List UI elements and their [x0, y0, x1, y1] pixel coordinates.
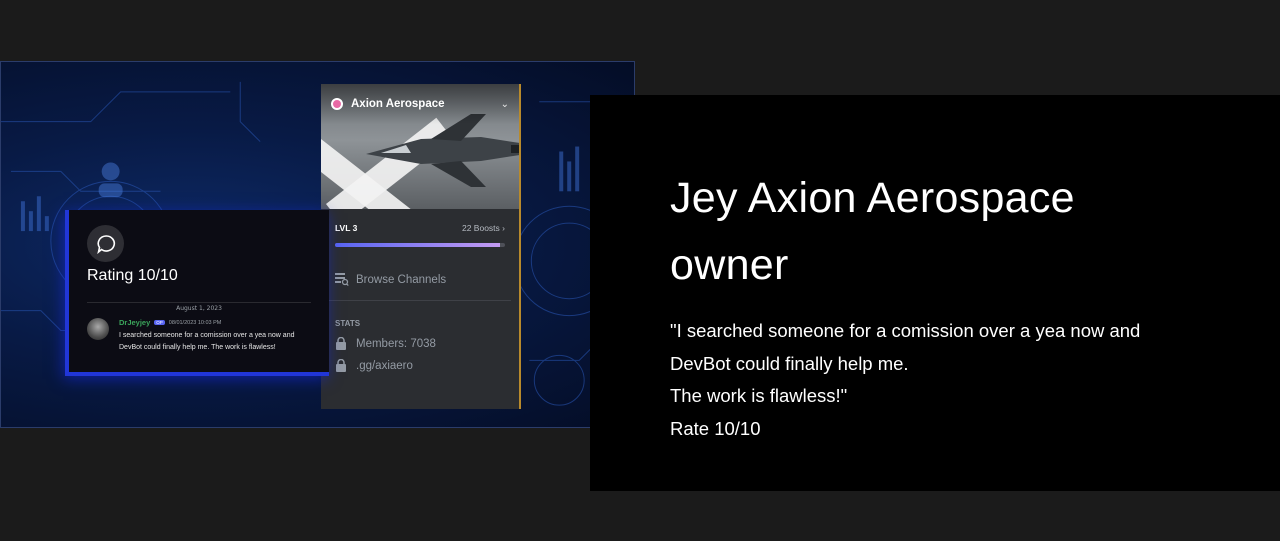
- testimonial-screenshot: Axion Aerospace ⌄ LVL 3 22 Boosts › Brow…: [0, 61, 635, 428]
- testimonial-panel: Jey Axion Aerospace owner "I searched so…: [590, 95, 1280, 491]
- rating-card: Rating 10/10 August 1, 2023 DrJeyjey OP …: [65, 210, 329, 376]
- quote-line: "I searched someone for a comission over…: [670, 320, 1141, 341]
- quote-line: DevBot could finally help me.: [670, 352, 909, 374]
- members-stat[interactable]: Members: 7038: [321, 328, 519, 350]
- boost-count: 22 Boosts ›: [461, 223, 505, 233]
- invite-link: .gg/axiaero: [356, 359, 413, 372]
- invite-stat[interactable]: .gg/axiaero: [321, 350, 519, 372]
- message-text: I searched someone for a comission over …: [119, 332, 295, 351]
- user-badge: OP: [154, 320, 165, 325]
- message-username: DrJeyjey: [119, 318, 151, 327]
- stats-heading: STATS: [335, 319, 361, 328]
- server-sidebar: Axion Aerospace ⌄ LVL 3 22 Boosts › Brow…: [321, 84, 521, 409]
- message-header: DrJeyjey OP 08/01/2023 10:03 PM: [119, 318, 221, 327]
- server-icon: [331, 98, 343, 110]
- members-count: Members: 7038: [356, 337, 436, 350]
- message-timestamp: 08/01/2023 10:03 PM: [168, 319, 222, 326]
- avatar: [87, 318, 109, 340]
- browse-channels-label: Browse Channels: [356, 273, 447, 286]
- lock-icon: [336, 337, 346, 350]
- testimonial-headline: Jey Axion Aerospace owner: [670, 165, 1230, 299]
- quote-line: The work is flawless!": [670, 385, 848, 406]
- server-level: LVL 3: [335, 223, 358, 233]
- server-header[interactable]: Axion Aerospace ⌄: [321, 84, 519, 124]
- browse-channels-item[interactable]: Browse Channels: [321, 247, 519, 286]
- message-date-divider: August 1, 2023: [87, 302, 311, 312]
- server-banner: Axion Aerospace ⌄: [321, 84, 519, 209]
- server-name: Axion Aerospace: [351, 98, 445, 110]
- chevron-down-icon[interactable]: ⌄: [501, 99, 509, 110]
- browse-channels-icon: [335, 273, 349, 286]
- testimonial-quote: "I searched someone for a comission over…: [670, 315, 1230, 445]
- headline-line: owner: [670, 241, 789, 289]
- boost-level-row[interactable]: LVL 3 22 Boosts ›: [321, 209, 519, 237]
- rating-text: Rate 10/10: [670, 417, 761, 439]
- testimonial-section: Axion Aerospace ⌄ LVL 3 22 Boosts › Brow…: [0, 0, 1280, 541]
- card-title: Rating 10/10: [87, 267, 178, 284]
- chat-bubble-icon: [87, 225, 124, 262]
- headline-line: Jey Axion Aerospace: [670, 174, 1075, 222]
- lock-icon: [336, 359, 346, 372]
